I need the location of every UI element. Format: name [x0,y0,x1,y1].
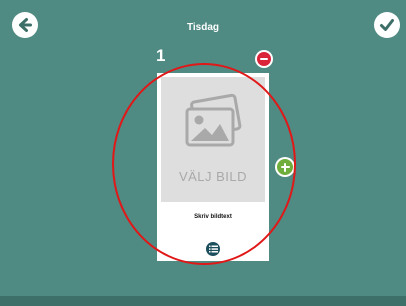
bottom-bar [0,296,406,306]
caption-field[interactable]: Skriv bildtext [157,214,269,220]
page-title: Tisdag [186,22,220,33]
card-number: 1 [156,46,166,65]
checkmark-icon [380,19,394,31]
remove-card-button[interactable] [255,50,273,68]
plus-circle-icon [277,159,293,175]
list-button[interactable] [206,242,220,256]
confirm-button[interactable] [374,12,400,38]
images-icon [185,93,242,147]
add-card-button[interactable] [275,157,295,177]
list-icon [208,245,218,253]
picture-card: VÄLJ BILD Skriv bildtext [157,73,269,261]
choose-image-area[interactable]: VÄLJ BILD [161,77,265,202]
choose-image-label: VÄLJ BILD [178,169,248,184]
minus-circle-icon [257,52,271,66]
